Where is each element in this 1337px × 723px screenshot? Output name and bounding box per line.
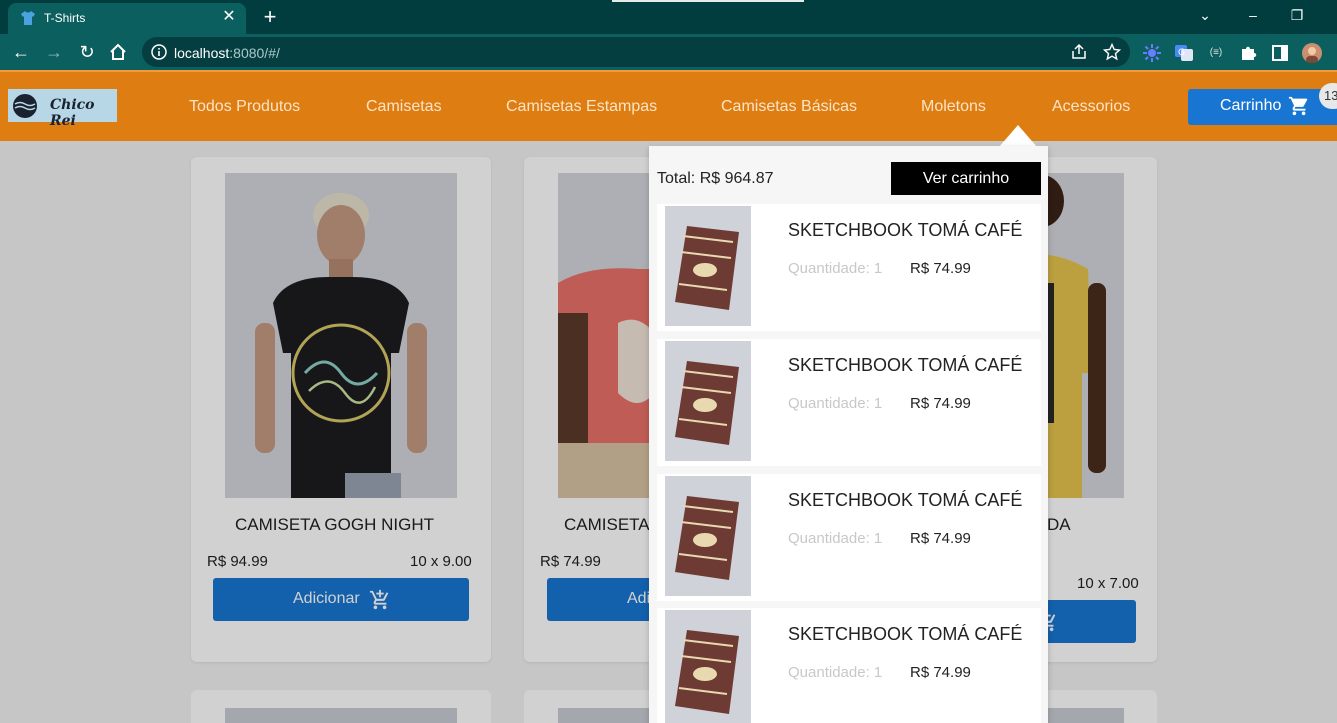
dropdown-arrow — [999, 125, 1037, 147]
close-tab-icon[interactable]: ✕ — [220, 8, 238, 26]
info-icon[interactable] — [150, 43, 168, 61]
cart-item-name: SKETCHBOOK TOMÁ CAFÉ — [788, 355, 1023, 375]
restore-icon[interactable]: ❐ — [1284, 4, 1310, 26]
back-icon[interactable]: ← — [9, 40, 33, 64]
cart-item[interactable]: SKETCHBOOK TOMÁ CAFÉ Quantidade: 1 R$ 74… — [657, 204, 1041, 331]
cart-item-image — [665, 206, 751, 326]
cart-item-name: SKETCHBOOK TOMÁ CAFÉ — [788, 220, 1023, 240]
cart-total: Total: R$ 964.87 — [657, 170, 774, 187]
page-content: Chico Rei Todos Produtos Camisetas Camis… — [0, 70, 1337, 723]
cart-item-name: SKETCHBOOK TOMÁ CAFÉ — [788, 624, 1023, 644]
nav-todos-produtos[interactable]: Todos Produtos — [189, 98, 300, 116]
extension-sun-icon[interactable] — [1142, 43, 1162, 63]
cart-item-price: R$ 74.99 — [910, 395, 971, 412]
site-navbar: Chico Rei Todos Produtos Camisetas Camis… — [0, 70, 1337, 141]
reload-icon[interactable]: ↻ — [75, 40, 99, 64]
cart-item-image — [665, 476, 751, 596]
svg-text:G: G — [1178, 48, 1185, 58]
address-bar[interactable]: localhost:8080/#/ — [142, 37, 1130, 67]
cart-item-image — [665, 610, 751, 723]
browser-toolbar: ← → ↻ localhost:8080/#/ G (≡) — [0, 34, 1337, 70]
nav-camisetas-estampas[interactable]: Camisetas Estampas — [506, 98, 657, 116]
tab-strip-highlight — [612, 0, 804, 2]
cart-item-quantity: Quantidade: 1 — [788, 530, 883, 547]
view-cart-button[interactable]: Ver carrinho — [891, 162, 1041, 195]
tshirt-icon — [21, 11, 35, 25]
profile-avatar-icon[interactable] — [1302, 43, 1322, 63]
shopping-cart-icon — [1288, 96, 1308, 116]
url-text: localhost:8080/#/ — [174, 45, 280, 61]
cart-item[interactable]: SKETCHBOOK TOMÁ CAFÉ Quantidade: 1 R$ 74… — [657, 474, 1041, 601]
side-panel-icon[interactable] — [1270, 43, 1290, 63]
extension-code-icon[interactable]: (≡) — [1206, 43, 1226, 63]
translate-icon[interactable]: G — [1174, 43, 1194, 63]
cart-item-price: R$ 74.99 — [910, 260, 971, 277]
cart-item-quantity: Quantidade: 1 — [788, 395, 883, 412]
bookmark-star-icon[interactable] — [1103, 43, 1121, 61]
cart-item-price: R$ 74.99 — [910, 664, 971, 681]
cart-item-name: SKETCHBOOK TOMÁ CAFÉ — [788, 490, 1023, 510]
cart-button[interactable]: Carrinho — [1188, 89, 1337, 125]
cart-item-quantity: Quantidade: 1 — [788, 260, 883, 277]
site-logo[interactable]: Chico Rei — [8, 89, 117, 129]
browser-tab-bar: T-Shirts ✕ + ⌄ – ❐ — [0, 0, 1337, 34]
cart-item[interactable]: SKETCHBOOK TOMÁ CAFÉ Quantidade: 1 R$ 74… — [657, 608, 1041, 723]
nav-moletons[interactable]: Moletons — [921, 98, 986, 116]
cart-dropdown: Total: R$ 964.87 Ver carrinho SKETCHBOOK… — [649, 146, 1048, 723]
nav-camisetas[interactable]: Camisetas — [366, 98, 442, 116]
minimize-icon[interactable]: – — [1240, 4, 1266, 26]
nav-acessorios[interactable]: Acessorios — [1052, 98, 1130, 116]
forward-icon[interactable]: → — [42, 40, 66, 64]
tab-search-icon[interactable]: ⌄ — [1192, 4, 1218, 26]
browser-tab[interactable]: T-Shirts ✕ — [8, 3, 246, 34]
nav-camisetas-basicas[interactable]: Camisetas Básicas — [721, 98, 857, 116]
cart-item-quantity: Quantidade: 1 — [788, 664, 883, 681]
cart-item-price: R$ 74.99 — [910, 530, 971, 547]
cart-item[interactable]: SKETCHBOOK TOMÁ CAFÉ Quantidade: 1 R$ 74… — [657, 339, 1041, 466]
home-icon[interactable] — [106, 40, 130, 64]
share-icon[interactable] — [1070, 43, 1088, 61]
new-tab-icon[interactable]: + — [258, 4, 282, 30]
cart-item-image — [665, 341, 751, 461]
logo-wave-icon — [13, 94, 37, 118]
tab-title: T-Shirts — [44, 11, 86, 25]
extensions-puzzle-icon[interactable] — [1238, 43, 1258, 63]
